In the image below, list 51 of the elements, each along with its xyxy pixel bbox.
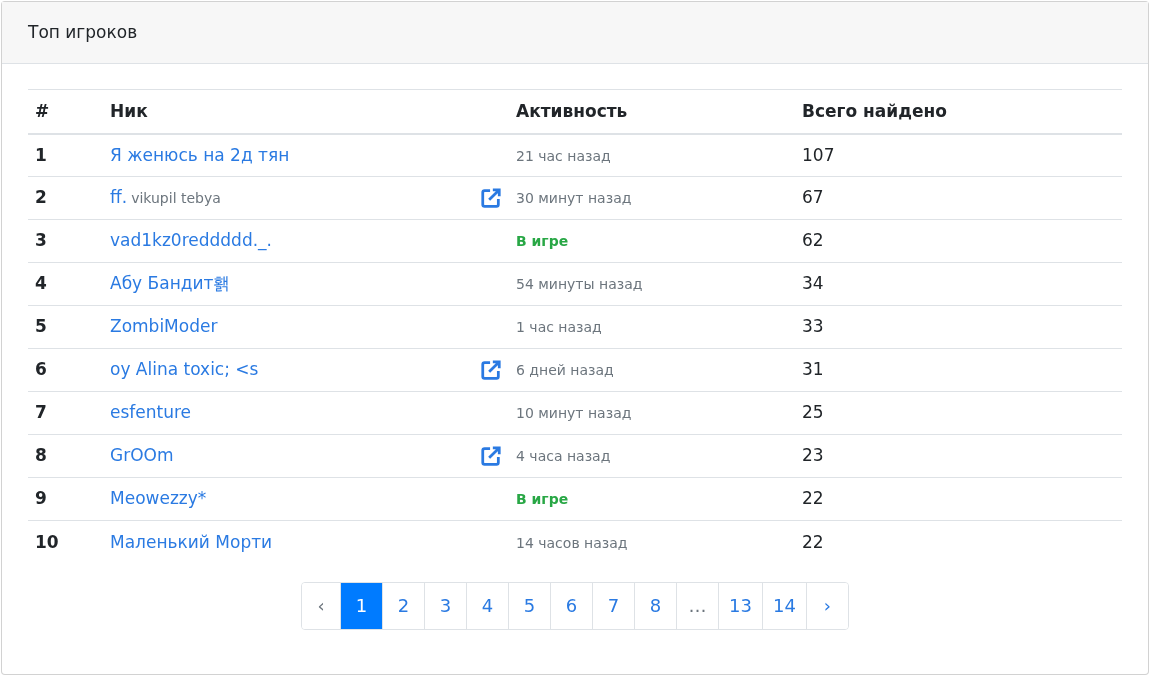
last-seen: 54 минуты назад xyxy=(516,276,643,293)
column-header: Активность xyxy=(516,100,628,121)
next-page-button[interactable]: › xyxy=(805,582,848,629)
found-count: 31 xyxy=(802,359,824,380)
rank-number: 4 xyxy=(35,273,47,294)
page-button[interactable]: 1 xyxy=(340,582,383,629)
last-seen: 30 минут назад xyxy=(516,190,632,207)
player-link[interactable]: Я женюсь на 2д тян xyxy=(110,142,290,168)
last-seen: 10 минут назад xyxy=(516,405,632,422)
rank-number: 6 xyxy=(35,359,47,380)
found-count: 22 xyxy=(802,531,824,552)
found-count: 22 xyxy=(802,488,824,509)
rank-number: 1 xyxy=(35,144,47,165)
column-header: # xyxy=(35,100,50,121)
rank-number: 2 xyxy=(35,187,47,208)
rank-number: 10 xyxy=(35,531,59,552)
arrow-out-box-icon[interactable] xyxy=(480,445,502,467)
column-header: Всего найдено xyxy=(802,100,947,121)
online-status: В игре xyxy=(516,491,569,508)
player-link[interactable]: oy Alina toxic; <s xyxy=(110,357,259,383)
found-count: 23 xyxy=(802,445,824,466)
found-count: 67 xyxy=(802,187,824,208)
column-header: Ник xyxy=(110,100,148,121)
arrow-out-box-icon[interactable] xyxy=(480,359,502,381)
card-title: Топ игроков xyxy=(28,20,138,44)
rank-number: 8 xyxy=(35,445,47,466)
found-count: 25 xyxy=(802,402,824,423)
player-link[interactable]: Абу Бандит홹 xyxy=(110,271,231,297)
last-seen: 14 часов назад xyxy=(516,534,628,551)
found-count: 62 xyxy=(802,230,824,251)
last-seen: 21 час назад xyxy=(516,147,611,164)
rank-number: 5 xyxy=(35,316,47,337)
player-link[interactable]: GrOOm xyxy=(110,443,174,469)
last-seen: 1 час назад xyxy=(516,319,602,336)
found-count: 34 xyxy=(802,273,824,294)
arrow-out-box-icon[interactable] xyxy=(480,187,502,209)
last-seen: 6 дней назад xyxy=(516,362,614,379)
player-link[interactable]: Маленький Морти xyxy=(110,529,273,555)
player-link[interactable]: esfenture xyxy=(110,400,192,426)
player-note: vikupil tebya xyxy=(131,189,221,209)
found-count: 107 xyxy=(802,144,835,165)
online-status: В игре xyxy=(516,233,569,250)
player-link[interactable]: vad1kz0reddddd._. xyxy=(110,228,272,254)
player-link[interactable]: ZombiModer xyxy=(110,314,218,340)
found-count: 33 xyxy=(802,316,824,337)
player-link[interactable]: Meowezzy* xyxy=(110,486,207,512)
rank-number: 7 xyxy=(35,402,47,423)
last-seen: 4 часа назад xyxy=(516,448,611,465)
rank-number: 3 xyxy=(35,230,47,251)
player-link[interactable]: ff. xyxy=(110,185,128,211)
rank-number: 9 xyxy=(35,488,47,509)
